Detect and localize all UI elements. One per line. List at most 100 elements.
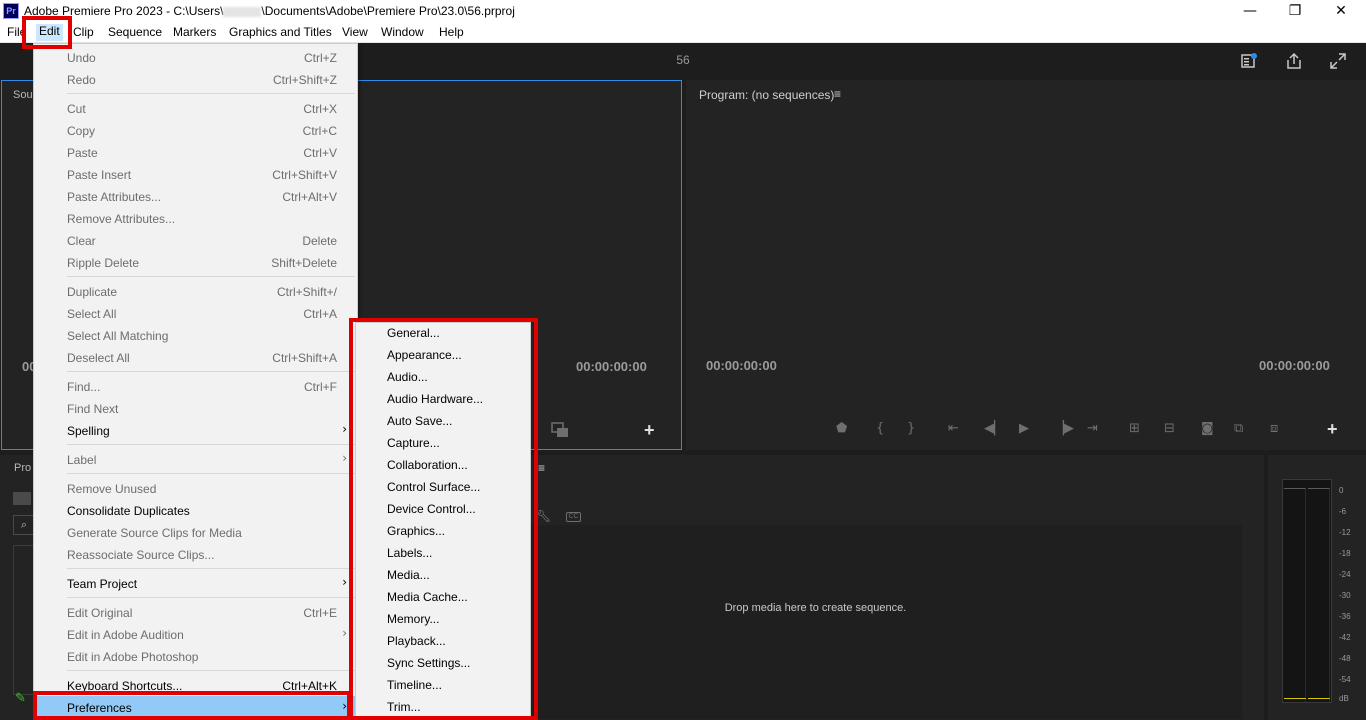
program-panel-menu-icon[interactable]: ≡ — [834, 87, 841, 101]
source-add-button[interactable]: + — [644, 420, 655, 441]
pref-item-graphics[interactable]: Graphics... — [387, 524, 445, 538]
menu-item-copy[interactable]: Copy Ctrl+C — [34, 119, 357, 141]
meter-tick: 0 — [1339, 486, 1344, 495]
menu-item-keyboard-shortcuts[interactable]: Keyboard Shortcuts... Ctrl+Alt+K — [34, 674, 357, 696]
menu-item-duplicate[interactable]: Duplicate Ctrl+Shift+/ — [34, 280, 357, 302]
menu-item-clear[interactable]: Clear Delete — [34, 229, 357, 251]
share-icon[interactable] — [1285, 52, 1303, 70]
menu-item-preferences[interactable]: Preferences › — [34, 696, 357, 718]
menu-item-edit-in-audition[interactable]: Edit in Adobe Audition › — [34, 623, 357, 645]
program-add-button[interactable]: + — [1327, 419, 1338, 440]
go-to-out-icon[interactable]: ⇥ — [1087, 421, 1098, 436]
pref-item-timeline[interactable]: Timeline... — [387, 678, 442, 692]
menu-file[interactable]: File — [7, 25, 26, 39]
audio-meter — [1282, 479, 1332, 703]
submenu-arrow-icon: › — [342, 451, 347, 465]
window-title-path: Adobe Premiere Pro 2023 - C:\Users\ — [24, 4, 224, 18]
timeline-panel-menu-icon[interactable]: ≡ — [538, 461, 545, 475]
menu-item-paste-insert[interactable]: Paste Insert Ctrl+Shift+V — [34, 163, 357, 185]
menu-view[interactable]: View — [342, 25, 368, 39]
menu-sequence[interactable]: Sequence — [108, 25, 162, 39]
quick-export-icon[interactable] — [1240, 52, 1258, 70]
pref-item-playback[interactable]: Playback... — [387, 634, 446, 648]
pref-item-capture[interactable]: Capture... — [387, 436, 440, 450]
menu-item-remove-unused[interactable]: Remove Unused — [34, 477, 357, 499]
menu-item-select-all-matching[interactable]: Select All Matching — [34, 324, 357, 346]
pref-item-general[interactable]: General... — [387, 326, 440, 340]
menu-item-edit-in-photoshop[interactable]: Edit in Adobe Photoshop — [34, 645, 357, 667]
pref-item-audio[interactable]: Audio... — [387, 370, 428, 384]
pref-item-sync-settings[interactable]: Sync Settings... — [387, 656, 470, 670]
meter-tick: -30 — [1339, 591, 1351, 600]
play-icon[interactable]: ▶ — [1019, 421, 1029, 436]
menu-item-ripple-delete[interactable]: Ripple Delete Shift+Delete — [34, 251, 357, 273]
menu-item-paste[interactable]: Paste Ctrl+V — [34, 141, 357, 163]
extract-icon[interactable]: ⊟ — [1164, 421, 1175, 436]
pref-item-appearance[interactable]: Appearance... — [387, 348, 462, 362]
premiere-app-icon: Pr — [3, 3, 19, 19]
source-tab-label[interactable]: Sou — [13, 89, 33, 101]
pref-item-audio-hardware[interactable]: Audio Hardware... — [387, 392, 483, 406]
menu-item-generate-source-clips[interactable]: Generate Source Clips for Media — [34, 521, 357, 543]
menu-graphics-and-titles[interactable]: Graphics and Titles — [229, 25, 332, 39]
menu-item-consolidate-duplicates[interactable]: Consolidate Duplicates — [34, 499, 357, 521]
pref-item-collaboration[interactable]: Collaboration... — [387, 458, 468, 472]
step-forward-icon[interactable]: ▕▶ — [1054, 421, 1074, 436]
menu-item-label[interactable]: Label › — [34, 448, 357, 470]
menu-item-find[interactable]: Find... Ctrl+F — [34, 375, 357, 397]
mark-out-icon[interactable]: } — [907, 421, 915, 436]
program-monitor-title[interactable]: Program: (no sequences) — [699, 88, 834, 102]
project-tab-label[interactable]: Pro — [14, 462, 31, 474]
menu-item-edit-original[interactable]: Edit Original Ctrl+E — [34, 601, 357, 623]
mark-in-icon[interactable]: { — [876, 421, 884, 436]
menu-item-select-all[interactable]: Select All Ctrl+A — [34, 302, 357, 324]
menu-clip[interactable]: Clip — [73, 25, 94, 39]
menu-item-redo[interactable]: Redo Ctrl+Shift+Z — [34, 68, 357, 90]
pref-item-memory[interactable]: Memory... — [387, 612, 439, 626]
new-bin-icon[interactable] — [13, 492, 31, 505]
menu-item-spelling[interactable]: Spelling › — [34, 419, 357, 441]
restore-button[interactable]: ❐ — [1272, 0, 1318, 22]
minimize-button[interactable]: — — [1227, 0, 1273, 22]
toggle-proxies-icon[interactable]: ⧈ — [1270, 421, 1278, 436]
submenu-arrow-icon: › — [342, 575, 347, 589]
menu-item-cut[interactable]: Cut Ctrl+X — [34, 97, 357, 119]
pref-item-trim[interactable]: Trim... — [387, 700, 421, 714]
close-button[interactable]: ✕ — [1318, 0, 1364, 22]
add-marker-icon[interactable]: ⬟ — [836, 421, 847, 436]
pref-item-media-cache[interactable]: Media Cache... — [387, 590, 468, 604]
captions-icon[interactable]: CC — [566, 512, 581, 522]
pref-item-media[interactable]: Media... — [387, 568, 430, 582]
wrench-icon[interactable]: 🔧︎ — [536, 509, 551, 523]
menu-item-remove-attributes[interactable]: Remove Attributes... — [34, 207, 357, 229]
menu-help[interactable]: Help — [439, 25, 464, 39]
pref-item-device-control[interactable]: Device Control... — [387, 502, 476, 516]
go-to-in-icon[interactable]: ⇤ — [948, 421, 959, 436]
meter-tick: -24 — [1339, 570, 1351, 579]
search-icon[interactable]: ⌕ — [13, 515, 35, 535]
menu-window[interactable]: Window — [381, 25, 424, 39]
menu-item-find-next[interactable]: Find Next — [34, 397, 357, 419]
menu-item-team-project[interactable]: Team Project › — [34, 572, 357, 594]
comparison-view-icon[interactable]: ⧉ — [1234, 421, 1243, 436]
menu-separator — [67, 93, 355, 94]
pref-item-labels[interactable]: Labels... — [387, 546, 432, 560]
lift-icon[interactable]: ⊞ — [1129, 421, 1140, 436]
menu-edit[interactable]: Edit — [36, 24, 63, 41]
menu-separator — [67, 276, 355, 277]
pref-item-control-surface[interactable]: Control Surface... — [387, 480, 480, 494]
submenu-arrow-icon: › — [342, 626, 347, 640]
pref-item-auto-save[interactable]: Auto Save... — [387, 414, 452, 428]
menu-item-undo[interactable]: Undo Ctrl+Z — [34, 46, 357, 68]
menu-markers[interactable]: Markers — [173, 25, 216, 39]
menu-item-reassociate-source-clips[interactable]: Reassociate Source Clips... — [34, 543, 357, 565]
fullscreen-icon[interactable] — [1329, 52, 1347, 70]
step-back-icon[interactable]: ◀▏ — [984, 421, 1004, 436]
meter-tick: dB — [1339, 694, 1349, 703]
menu-item-paste-attributes[interactable]: Paste Attributes... Ctrl+Alt+V — [34, 185, 357, 207]
meter-tick: -48 — [1339, 654, 1351, 663]
menu-item-deselect-all[interactable]: Deselect All Ctrl+Shift+A — [34, 346, 357, 368]
pencil-icon[interactable]: ✎ — [15, 690, 26, 706]
source-toggle-proxies-icon[interactable] — [551, 422, 569, 438]
export-frame-icon[interactable]: ◙ — [1201, 421, 1214, 436]
